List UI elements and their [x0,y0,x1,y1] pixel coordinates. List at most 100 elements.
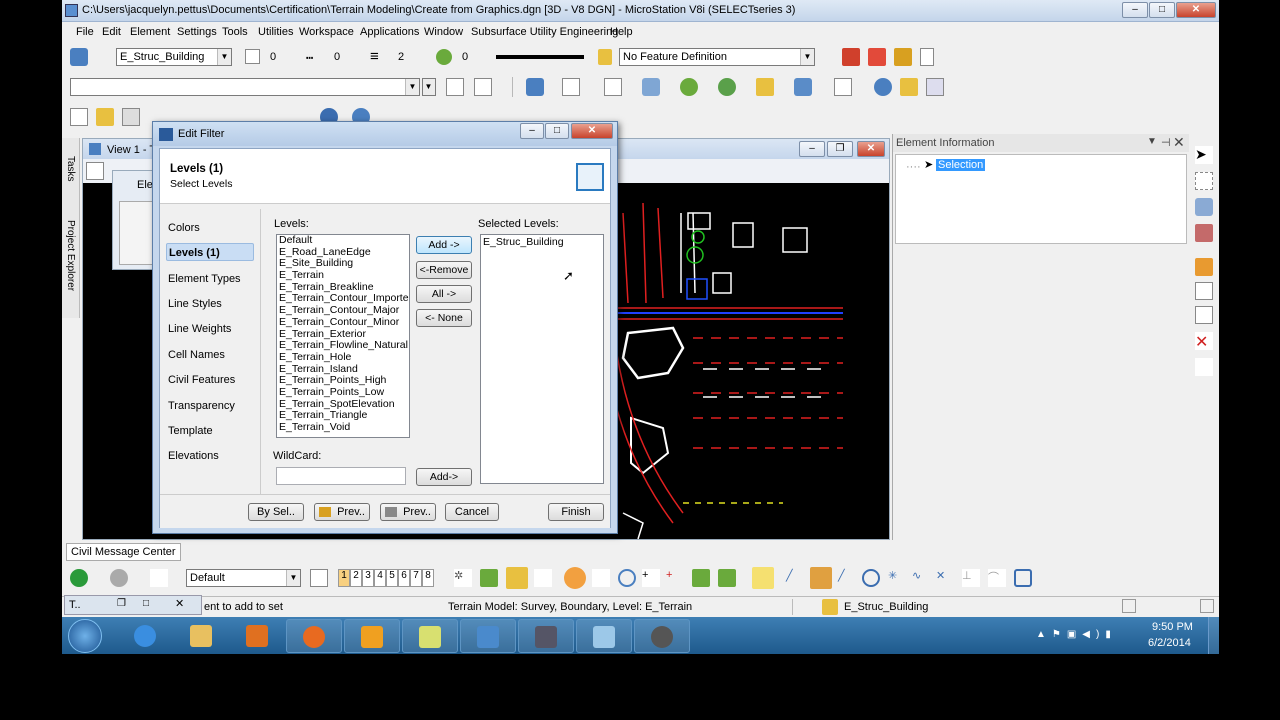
search-icon[interactable] [900,78,918,96]
palette-icon[interactable] [868,48,886,66]
paint-icon[interactable] [1195,258,1213,276]
nav-cell-names[interactable]: Cell Names [166,346,254,364]
measure-distance-icon[interactable] [1195,282,1213,300]
taskbar-firefox[interactable] [286,619,342,653]
taskbar-notes[interactable] [402,619,458,653]
menu-tools[interactable]: Tools [222,26,248,38]
list-item[interactable]: Default [277,235,409,247]
select-arrow-icon[interactable]: ➤ [1195,146,1213,164]
edit-icon[interactable] [834,78,852,96]
taskbar-media[interactable] [230,619,286,653]
nav-template[interactable]: Template [166,422,254,440]
minimize-button[interactable]: – [1122,2,1148,18]
close-button[interactable]: ✕ [1176,2,1216,18]
keyin-dropdown[interactable]: ▼ [422,78,436,96]
dialog-close-button[interactable]: ✕ [571,123,613,139]
dialog-maximize-button[interactable]: □ [545,123,569,139]
status-icon[interactable] [1122,599,1136,613]
lock-icon[interactable] [920,48,934,66]
circle-snap-icon[interactable] [564,567,586,589]
line-style-icon[interactable]: ┅ [306,51,313,65]
taskbar-video[interactable] [518,619,574,653]
nav-civil-features[interactable]: Civil Features [166,371,254,389]
project-explorer-tab[interactable]: Project Explorer [65,220,76,291]
properties-icon[interactable] [604,78,622,96]
fence-icon[interactable] [1195,172,1213,190]
view-close-button[interactable]: ✕ [857,141,885,157]
keyin-combo[interactable]: ▼ [70,78,420,96]
line2-icon[interactable]: ╱ [838,569,856,587]
view-button-7[interactable]: 7 [410,569,422,587]
remove-button[interactable]: <-Remove [416,261,472,279]
menu-workspace[interactable]: Workspace [299,26,354,38]
civil-tool-icon[interactable] [842,48,860,66]
start-button[interactable] [68,619,102,653]
line-icon[interactable]: ╱ [786,569,804,587]
status-icon[interactable] [1200,599,1214,613]
check-icon[interactable] [480,569,498,587]
list-item[interactable]: E_Struc_Building [481,236,603,249]
nav-line-weights[interactable]: Line Weights [166,320,254,338]
taskbar-microstation[interactable] [460,619,516,653]
info-icon[interactable] [874,78,892,96]
menu-help[interactable]: Help [610,26,633,38]
close-icon[interactable]: ✕ [175,597,184,610]
circle-icon[interactable] [618,569,636,587]
forward-icon[interactable] [70,569,88,587]
perpendicular-icon[interactable]: ⊥ [962,569,980,587]
tool-settings-minimized[interactable]: T.. ❐ □ ✕ [64,595,202,615]
taskbar-explorer[interactable] [174,619,230,653]
chevron-down-icon[interactable]: ▼ [1147,136,1157,147]
snap-mode-icon[interactable] [150,569,168,587]
dialog-minimize-button[interactable]: – [520,123,544,139]
hatch-icon[interactable] [810,567,832,589]
preview-button-2[interactable]: Prev.. [380,503,436,521]
transparency-icon[interactable] [436,49,452,65]
nav-element-types[interactable]: Element Types [166,270,254,288]
layers-icon[interactable] [756,78,774,96]
nav-line-styles[interactable]: Line Styles [166,295,254,313]
tray-icons[interactable]: ▲⚑▣◀)▮ [1036,629,1117,640]
menu-element[interactable]: Element [130,26,170,38]
add-all-button[interactable]: All -> [416,285,472,303]
intersect-icon[interactable]: ✕ [936,569,954,587]
nav-transparency[interactable]: Transparency [166,397,254,415]
view-button-8[interactable]: 8 [422,569,434,587]
level-manager-icon[interactable] [70,48,88,66]
menu-applications[interactable]: Applications [360,26,419,38]
list-item[interactable]: E_Terrain_Points_Low [277,386,409,399]
close-icon[interactable]: ✕ [1173,134,1185,151]
nav-levels[interactable]: Levels (1) [166,243,254,261]
clock-date[interactable]: 6/2/2014 [1148,637,1191,649]
lock-icon[interactable] [822,599,838,615]
snap-icon[interactable] [794,78,812,96]
extend-icon[interactable] [1195,306,1213,324]
select-icon[interactable] [526,78,544,96]
tasks-tab[interactable]: Tasks [65,156,76,182]
dimension-icon[interactable] [1195,358,1213,376]
list-item[interactable]: E_Terrain_Contour_Minor [277,316,409,329]
table-icon[interactable] [718,78,736,96]
taskbar-recorder[interactable] [634,619,690,653]
arc-icon[interactable] [592,569,610,587]
levels-list[interactable]: Default E_Road_LaneEdge E_Site_Building … [276,234,410,438]
view-attributes-icon[interactable] [86,162,104,180]
show-desktop-button[interactable] [1208,617,1219,654]
list-item[interactable]: E_Terrain_Hole [277,351,409,364]
pencil-icon[interactable] [894,48,912,66]
menu-utilities[interactable]: Utilities [258,26,293,38]
crosshair-icon[interactable]: + [666,569,684,587]
zoom-icon[interactable] [474,78,492,96]
terrain-icon[interactable] [506,567,528,589]
by-selection-button[interactable]: By Sel.. [248,503,304,521]
view-restore-button[interactable]: ❐ [827,141,853,157]
view-button-3[interactable]: 3 [362,569,374,587]
menu-window[interactable]: Window [424,26,463,38]
menu-settings[interactable]: Settings [177,26,217,38]
shape-icon[interactable] [642,78,660,96]
copy-icon[interactable] [562,78,580,96]
taskbar-outlook[interactable] [344,619,400,653]
new-file-icon[interactable] [70,108,88,126]
preview-button-1[interactable]: Prev.. [314,503,370,521]
finish-button[interactable]: Finish [548,503,604,521]
